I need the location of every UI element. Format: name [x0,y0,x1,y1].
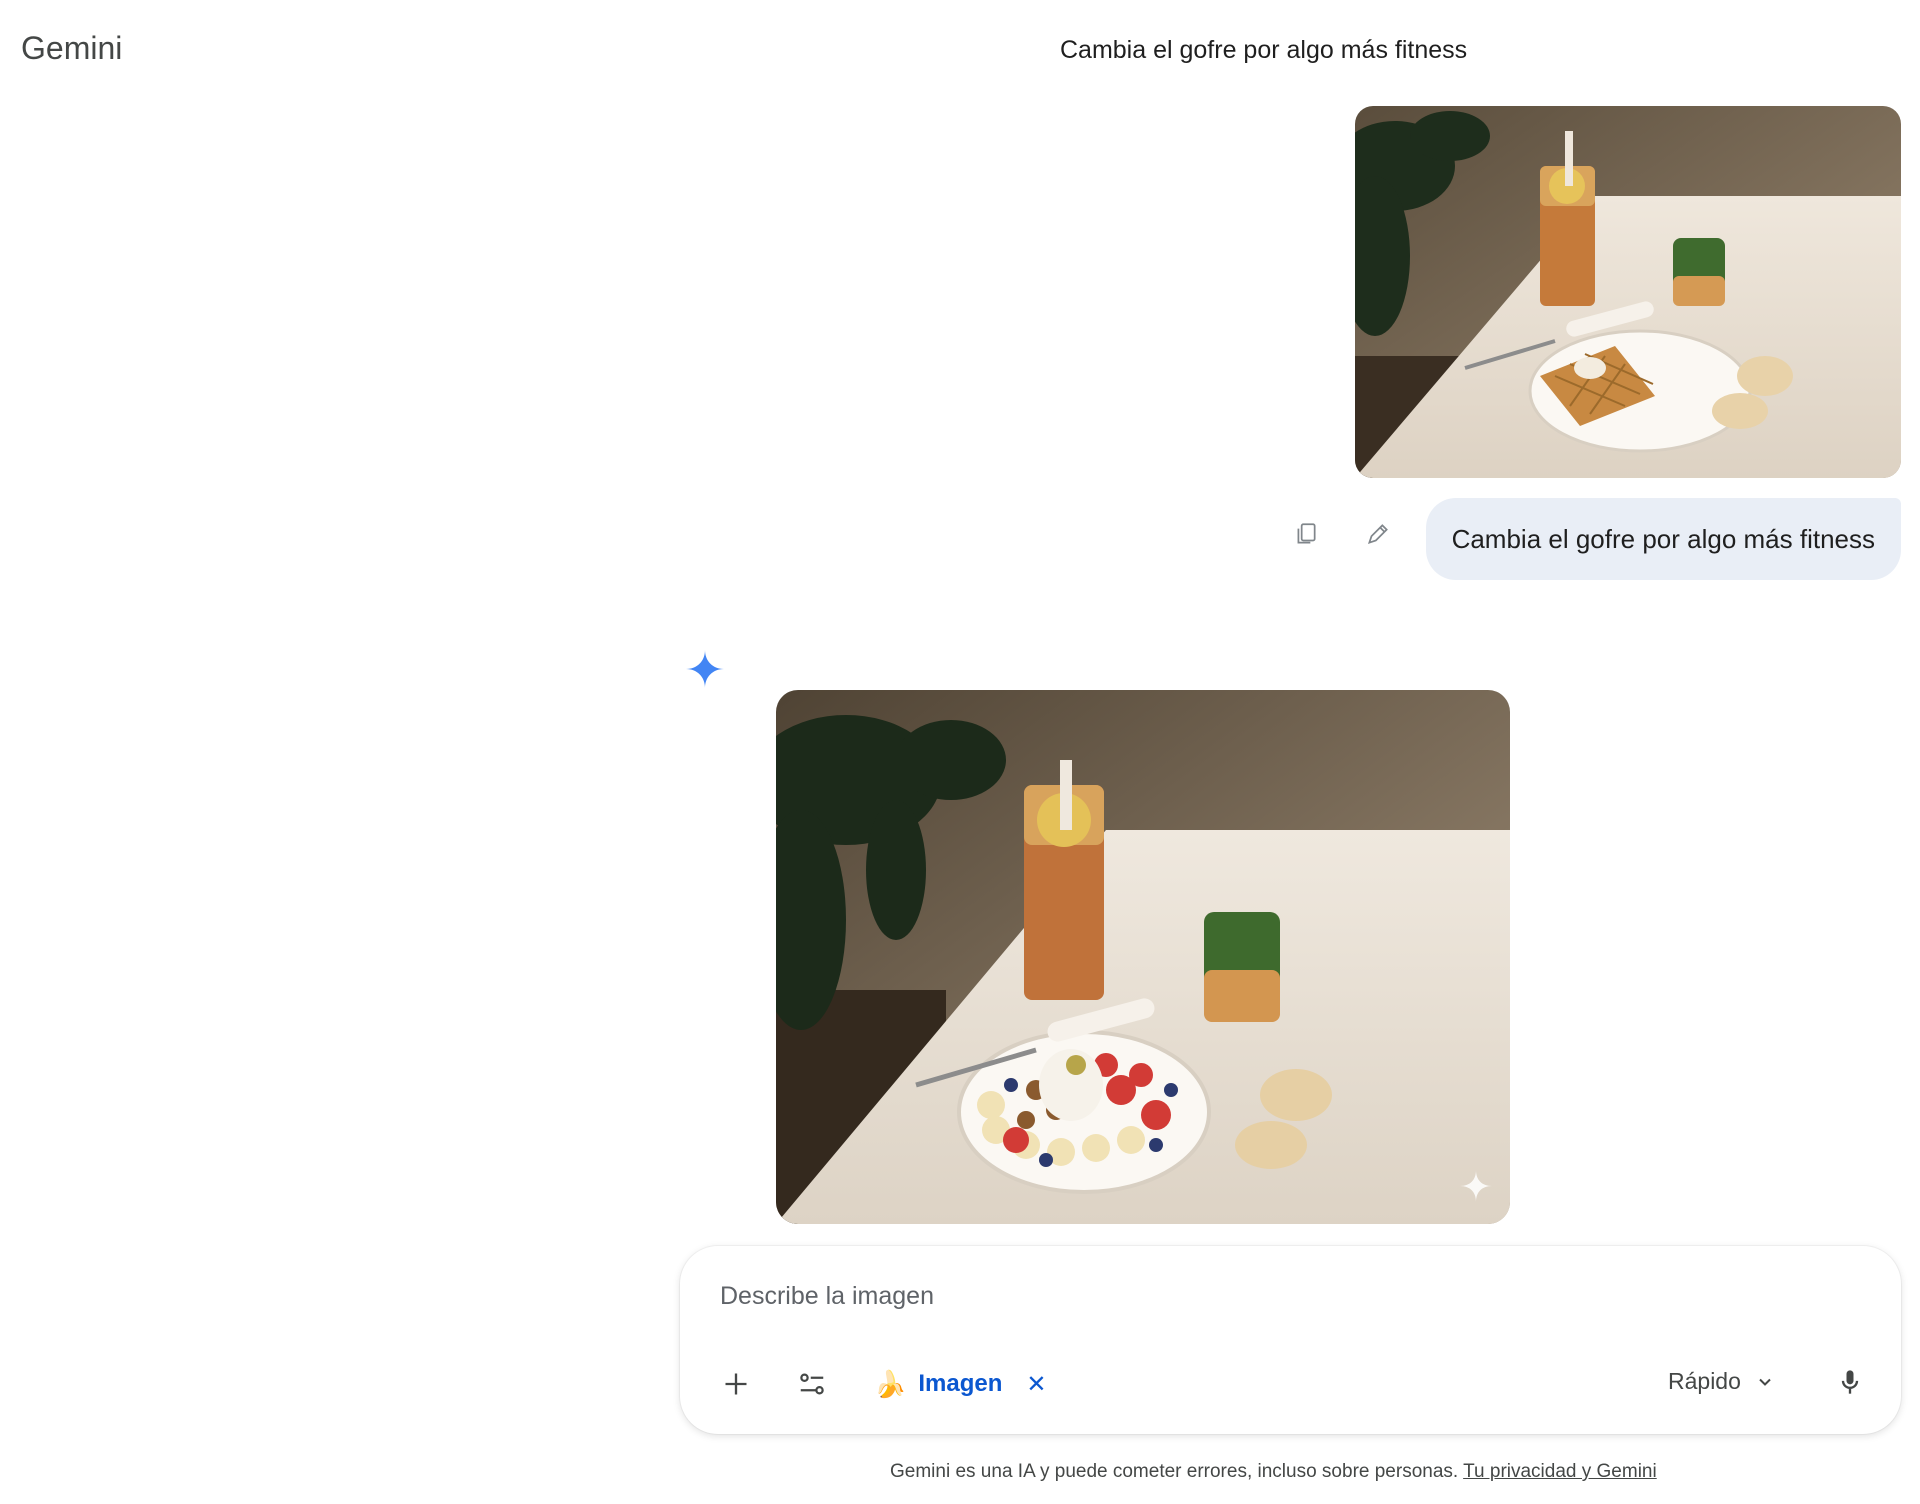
user-message-bubble: Cambia el gofre por algo más fitness [1425,498,1901,580]
generated-image[interactable] [776,690,1510,1224]
mic-icon [1841,1370,1859,1394]
prompt-composer: 🍌 Imagen ✕ Rápido [680,1246,1901,1434]
add-attachment-button[interactable] [716,1364,756,1404]
conversation-title[interactable]: Cambia el gofre por algo más fitness [1060,36,1467,65]
gemini-app: Gemini Cambia el gofre por algo más fitn… [0,0,1920,1504]
prompt-input[interactable] [720,1282,1820,1311]
image-tool-chip[interactable]: 🍌 Imagen ✕ [874,1369,1047,1400]
composer-toolbar: 🍌 Imagen ✕ [716,1364,1047,1404]
close-icon[interactable]: ✕ [1026,1370,1046,1399]
image-tool-label: Imagen [918,1370,1003,1397]
photo-waffle-table [1355,106,1901,478]
chevron-down-icon [1759,1378,1771,1386]
copy-icon [1297,523,1316,544]
app-title: Gemini [21,30,123,66]
privacy-link[interactable]: Tu privacidad y Gemini [1463,1461,1657,1482]
tools-button[interactable] [792,1364,832,1404]
gemini-spark-icon [686,650,724,688]
plus-icon [725,1373,747,1395]
edit-button[interactable] [1362,518,1394,550]
pencil-icon [1367,524,1388,545]
photo-fruit-bowl-table [776,690,1510,1224]
model-selector[interactable]: Rápido [1668,1368,1775,1395]
footer-disclaimer: Gemini es una IA y puede cometer errores… [890,1461,1657,1483]
tune-icon [800,1373,824,1395]
user-attached-image[interactable] [1355,106,1901,478]
copy-button[interactable] [1290,518,1322,550]
microphone-button[interactable] [1828,1360,1872,1404]
banana-icon: 🍌 [874,1368,907,1399]
disclaimer-text: Gemini es una IA y puede cometer errores… [890,1461,1459,1482]
model-label: Rápido [1668,1368,1741,1394]
user-message-actions [1290,518,1394,550]
